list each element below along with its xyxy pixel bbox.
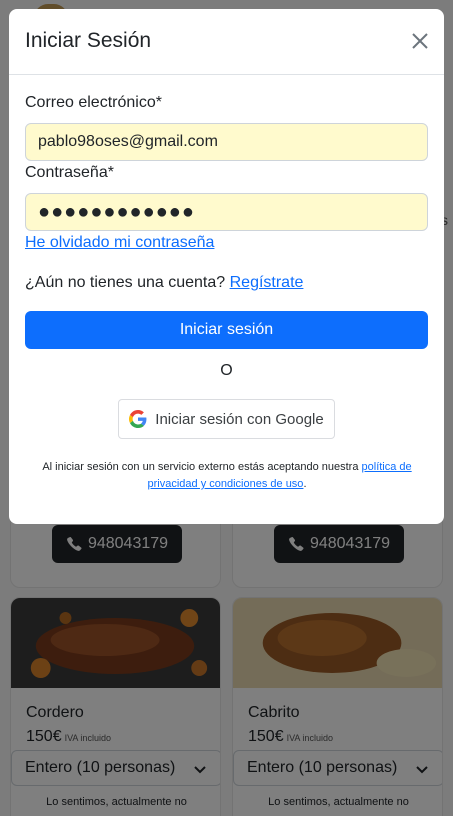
close-button[interactable] [410,31,430,51]
modal-title: Iniciar Sesión [25,29,152,52]
forgot-password-link[interactable]: He olvidado mi contraseña [25,234,214,252]
terms-disclaimer: Al iniciar sesión con un servicio extern… [42,461,412,490]
email-value: pablo98oses@gmail.com [38,133,218,150]
google-signin-label: Iniciar sesión con Google [155,410,324,428]
google-icon [129,410,147,428]
no-account-prompt: ¿Aún no tienes una cuenta? Regístrate [25,274,303,292]
or-separator: O [220,362,233,379]
email-input[interactable]: pablo98oses@gmail.com [25,123,428,161]
password-input[interactable]: ●●●●●●●●●●●● [25,193,428,231]
no-account-text: ¿Aún no tienes una cuenta? [25,274,226,291]
login-submit-button[interactable]: Iniciar sesión [25,311,428,349]
email-label: Correo electrónico* [25,94,162,111]
register-link[interactable]: Regístrate [230,274,304,291]
password-label: Contraseña* [25,164,114,181]
password-value: ●●●●●●●●●●●● [38,200,195,223]
google-signin-button[interactable]: Iniciar sesión con Google [118,399,335,439]
modal-header: Iniciar Sesión [9,9,444,75]
login-modal: Iniciar Sesión Correo electrónico* pablo… [9,9,444,524]
close-icon [412,33,428,49]
